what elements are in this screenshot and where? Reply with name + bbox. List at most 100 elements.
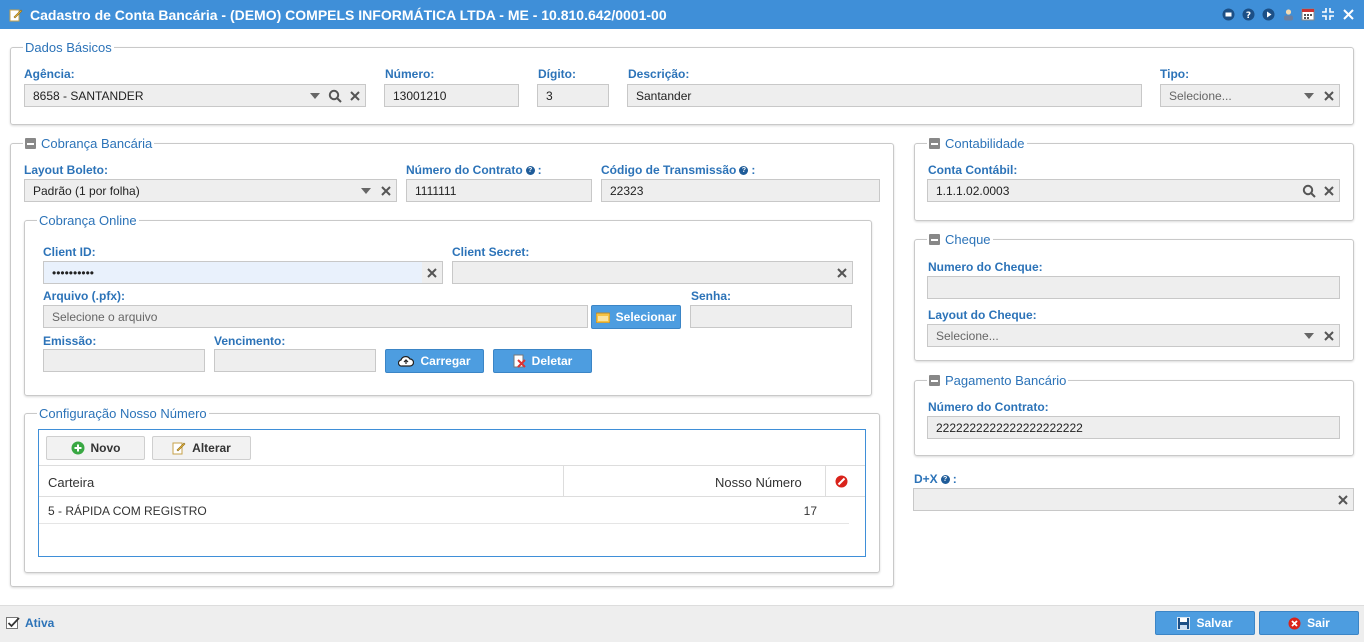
save-icon	[1177, 616, 1191, 630]
numero-contrato-label: Número do Contrato?:	[406, 163, 542, 177]
layout-boleto-select[interactable]: Padrão (1 por folha)	[24, 179, 397, 202]
contabilidade-legend[interactable]: Contabilidade	[927, 136, 1027, 151]
edit-document-icon	[8, 7, 24, 23]
deletar-button[interactable]: Deletar	[493, 349, 592, 373]
delete-file-icon	[513, 354, 526, 368]
col-carteira[interactable]: Carteira	[48, 475, 94, 490]
clear-icon[interactable]	[376, 180, 396, 201]
footer-bar: Ativa Salvar Sair	[0, 605, 1364, 642]
senha-field[interactable]	[690, 305, 852, 328]
arquivo-field[interactable]: Selecione o arquivo	[43, 305, 588, 328]
row-carteira: 5 - RÁPIDA COM REGISTRO	[48, 504, 207, 518]
pagamento-contrato-field[interactable]: 2222222222222222222222	[927, 416, 1340, 439]
descricao-value: Santander	[636, 88, 692, 103]
conta-contabil-label: Conta Contábil:	[928, 163, 1018, 177]
window-title: Cadastro de Conta Bancária - (DEMO) COMP…	[30, 6, 667, 23]
client-id-value: ••••••••••	[52, 265, 95, 280]
clear-icon[interactable]	[345, 85, 365, 106]
dx-label: D+X?:	[914, 472, 957, 486]
clear-icon[interactable]	[422, 262, 442, 283]
descricao-field[interactable]: Santander	[627, 84, 1142, 107]
layout-boleto-value: Padrão (1 por folha)	[33, 183, 140, 198]
col-nosso-numero[interactable]: Nosso Número	[715, 475, 802, 490]
conta-contabil-value: 1.1.1.02.0003	[936, 183, 1010, 198]
client-secret-field[interactable]	[452, 261, 853, 284]
clear-icon[interactable]	[1319, 325, 1339, 346]
alterar-button[interactable]: Alterar	[152, 436, 251, 460]
window-toolbar: ?	[1220, 6, 1356, 22]
conta-contabil-field[interactable]: 1.1.1.02.0003	[927, 179, 1340, 202]
digito-field[interactable]: 3	[537, 84, 609, 107]
svg-text:?: ?	[1245, 11, 1250, 21]
clear-icon[interactable]	[1333, 489, 1353, 510]
user-icon[interactable]	[1280, 6, 1296, 22]
close-window-icon[interactable]	[1340, 6, 1356, 22]
sair-label: Sair	[1307, 616, 1330, 630]
clear-icon[interactable]	[832, 262, 852, 283]
table-row[interactable]: 5 - RÁPIDA COM REGISTRO 17	[39, 498, 849, 524]
chevron-down-icon[interactable]	[356, 180, 376, 201]
digito-value: 3	[546, 88, 553, 103]
cobranca-bancaria-title: Cobrança Bancária	[41, 136, 153, 151]
help-icon[interactable]: ?	[525, 165, 535, 175]
help-icon[interactable]: ?	[739, 165, 749, 175]
chevron-down-icon[interactable]	[1299, 325, 1319, 346]
checkbox-checked-icon	[6, 617, 20, 629]
grid-header: Carteira Nosso Número	[39, 465, 865, 497]
numero-field[interactable]: 13001210	[384, 84, 519, 107]
dx-field[interactable]	[913, 488, 1354, 511]
numero-cheque-field[interactable]	[927, 276, 1340, 299]
pagamento-contrato-label: Número do Contrato:	[928, 400, 1049, 414]
cobranca-online-title: Cobrança Online	[39, 213, 137, 228]
carregar-button[interactable]: Carregar	[385, 349, 484, 373]
senha-label: Senha:	[691, 289, 732, 303]
minimize-window-icon[interactable]	[1320, 6, 1336, 22]
codigo-transmissao-field[interactable]: 22323	[601, 179, 880, 202]
cobranca-bancaria-legend[interactable]: Cobrança Bancária	[23, 136, 155, 151]
deletar-label: Deletar	[531, 354, 573, 368]
collapse-icon[interactable]	[25, 138, 36, 149]
agencia-label: Agência:	[24, 67, 75, 81]
clear-icon[interactable]	[1319, 180, 1339, 201]
sair-button[interactable]: Sair	[1259, 611, 1359, 635]
cheque-title: Cheque	[945, 232, 991, 247]
layout-cheque-select[interactable]: Selecione...	[927, 324, 1340, 347]
remove-icon[interactable]	[835, 475, 848, 488]
collapse-icon[interactable]	[929, 375, 940, 386]
search-icon[interactable]	[325, 85, 345, 106]
numero-contrato-value: 1111111	[415, 183, 457, 198]
numero-cheque-label: Numero do Cheque:	[928, 260, 1043, 274]
collapse-icon[interactable]	[929, 138, 940, 149]
help-icon[interactable]: ?	[940, 474, 950, 484]
row-nosso-numero: 17	[803, 504, 817, 518]
cobranca-online-legend: Cobrança Online	[37, 213, 139, 228]
tipo-select[interactable]: Selecione...	[1160, 84, 1340, 107]
selecionar-button[interactable]: Selecionar	[591, 305, 681, 329]
novo-button[interactable]: Novo	[46, 436, 145, 460]
clear-icon[interactable]	[1319, 85, 1339, 106]
pagamento-bancario-legend[interactable]: Pagamento Bancário	[927, 373, 1069, 388]
tipo-label: Tipo:	[1160, 67, 1190, 81]
edit-icon	[172, 442, 186, 455]
numero-contrato-field[interactable]: 1111111	[406, 179, 592, 202]
chevron-down-icon[interactable]	[305, 85, 325, 106]
agencia-combobox[interactable]: 8658 - SANTANDER	[24, 84, 366, 107]
cheque-legend[interactable]: Cheque	[927, 232, 993, 247]
layout-boleto-label: Layout Boleto:	[24, 163, 108, 177]
ativa-checkbox[interactable]: Ativa	[6, 616, 54, 630]
emissao-field[interactable]	[43, 349, 205, 372]
salvar-button[interactable]: Salvar	[1155, 611, 1255, 635]
layout-cheque-label: Layout do Cheque:	[928, 308, 1037, 322]
collapse-icon[interactable]	[929, 234, 940, 245]
calendar-icon[interactable]	[1300, 6, 1316, 22]
digito-label: Dígito:	[538, 67, 576, 81]
search-icon[interactable]	[1299, 180, 1319, 201]
chat-icon[interactable]	[1220, 6, 1236, 22]
numero-label: Número:	[385, 67, 435, 81]
play-icon[interactable]	[1260, 6, 1276, 22]
chevron-down-icon[interactable]	[1299, 85, 1319, 106]
dx-text: D+X	[914, 472, 938, 486]
client-id-field[interactable]: ••••••••••	[43, 261, 443, 284]
help-icon[interactable]: ?	[1240, 6, 1256, 22]
vencimento-field[interactable]	[214, 349, 376, 372]
